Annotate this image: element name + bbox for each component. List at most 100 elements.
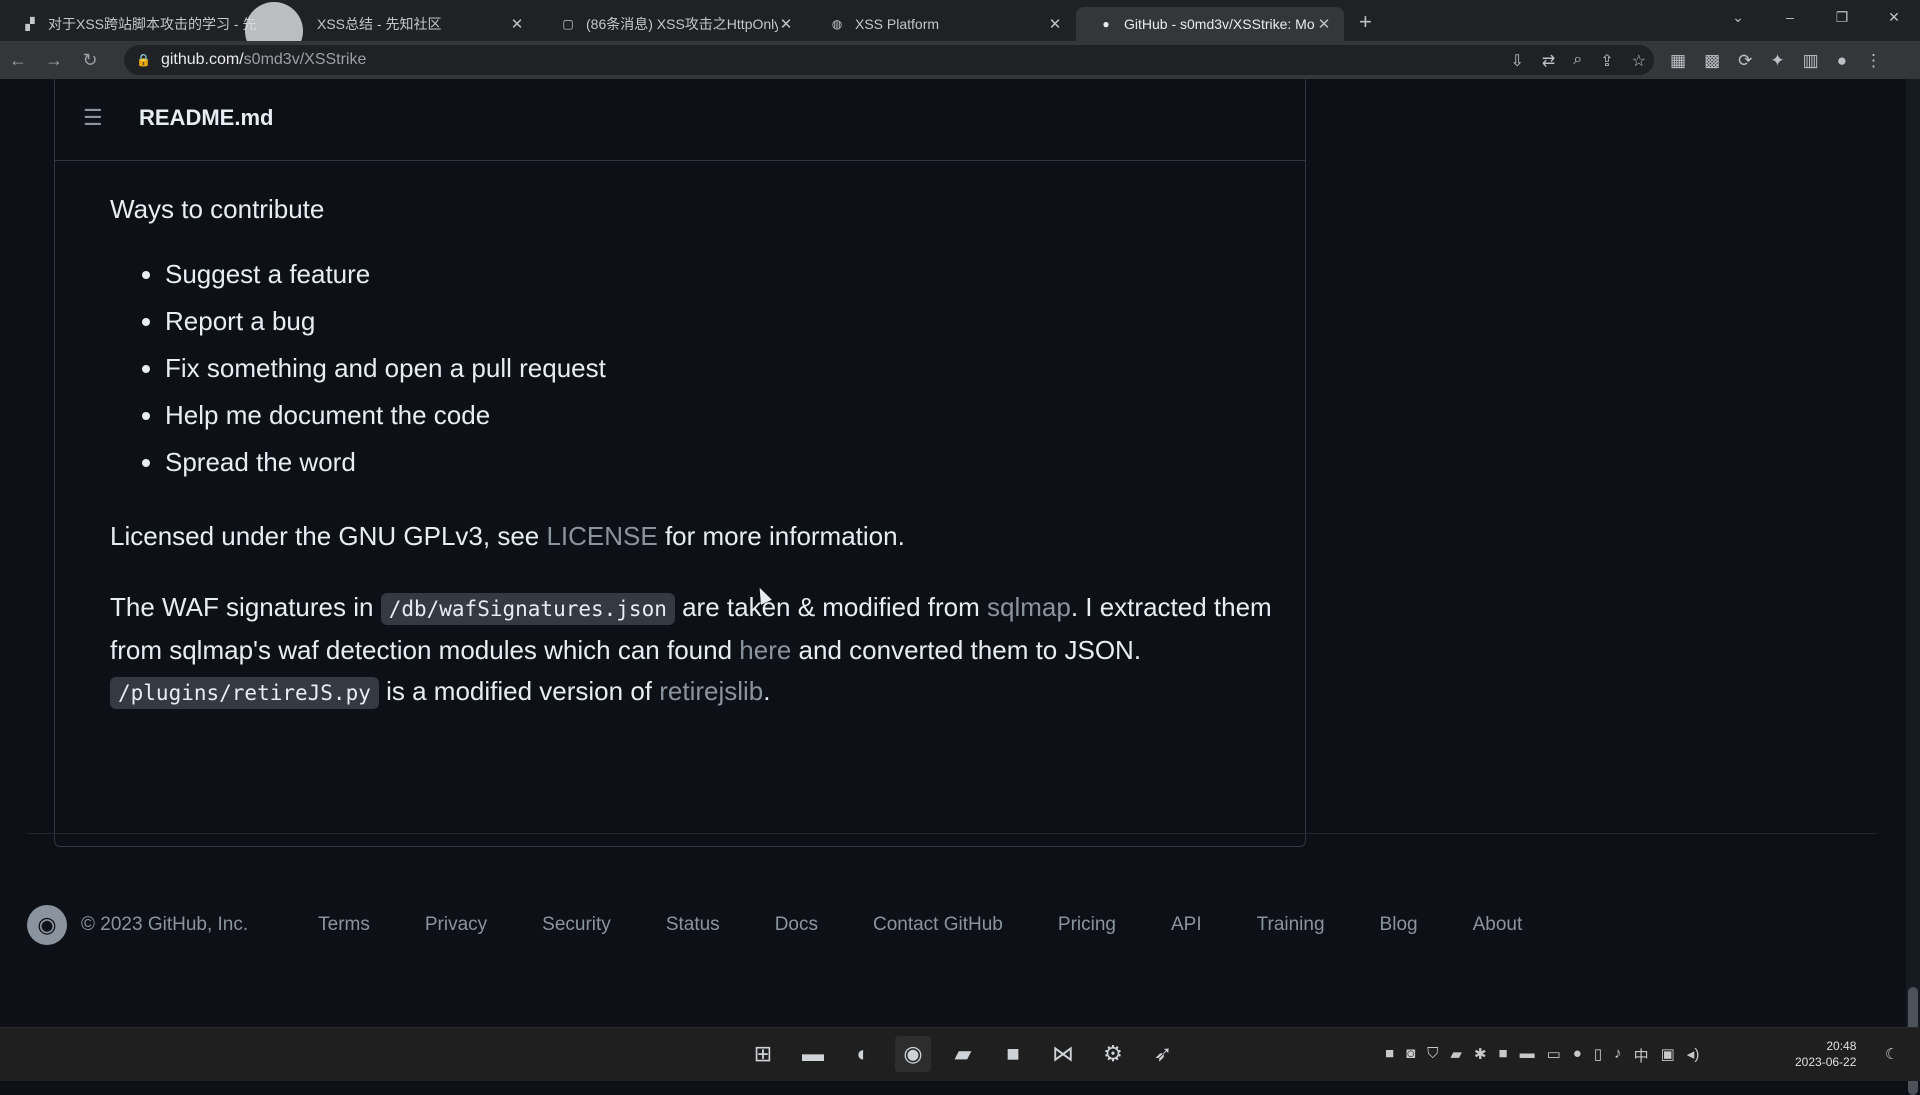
browser-tab-0[interactable]: ▞ 对于XSS跨站脚本攻击的学习 - 先 — [0, 7, 268, 41]
outline-list-icon[interactable]: ☰ — [83, 105, 109, 131]
tab-search-icon[interactable]: ⌄ — [1712, 9, 1764, 26]
steam-icon[interactable]: ⚙ — [1095, 1036, 1131, 1072]
shield-icon[interactable]: ⛉ — [1427, 1045, 1438, 1066]
tray-app-icon[interactable]: ▬ — [1520, 1045, 1535, 1066]
footer-link-about[interactable]: About — [1473, 914, 1523, 936]
omnibox-actions: ⇩ ⇄ ⌕ ⇪ ☆ — [1510, 51, 1646, 71]
license-paragraph: Licensed under the GNU GPLv3, see LICENS… — [110, 521, 905, 552]
browser-tab-3[interactable]: ◍ XSS Platform ✕ — [807, 7, 1075, 41]
doc-icon: ▞ — [25, 17, 35, 31]
close-icon[interactable]: ✕ — [1047, 15, 1063, 33]
tray-app-icon[interactable]: ◙ — [1406, 1045, 1415, 1066]
github-page: ☰ README.md Ways to contribute Suggest a… — [0, 79, 1906, 1027]
footer-link-security[interactable]: Security — [542, 914, 611, 936]
readme-container: ☰ README.md Ways to contribute Suggest a… — [54, 79, 1306, 847]
translate-icon[interactable]: ⇄ — [1542, 51, 1555, 71]
waf-code: /db/wafSignatures.json — [380, 593, 675, 625]
browser-tab-4[interactable]: ● GitHub - s0md3v/XSStrike: Mo ✕ — [1076, 7, 1344, 41]
side-panel-icon[interactable]: ▥ — [1803, 51, 1819, 71]
close-icon[interactable]: ✕ — [778, 15, 794, 33]
reload-icon[interactable]: ↻ — [72, 50, 108, 71]
system-tray: ■ ◙ ⛉ ▰ ✱ ■ ▬ ▭ ● ▯ ♪ 中 ▣ ◂) — [1385, 1045, 1699, 1066]
tab-title: XSS Platform — [855, 16, 940, 32]
retirejslib-link[interactable]: retirejslib — [659, 676, 763, 706]
start-icon[interactable]: ⊞ — [745, 1036, 781, 1072]
browser-tab-1[interactable]: XSS总结 - 先知社区 ✕ — [269, 7, 537, 41]
footer-link-training[interactable]: Training — [1257, 914, 1325, 936]
footer-link-contact[interactable]: Contact GitHub — [873, 914, 1003, 936]
notes-app-icon[interactable]: ▰ — [945, 1036, 981, 1072]
globe-icon: ◍ — [831, 17, 843, 31]
file-explorer-icon[interactable]: ▬ — [795, 1036, 831, 1072]
page-scrollbar[interactable] — [1906, 79, 1920, 1095]
bookmark-star-icon[interactable]: ☆ — [1632, 51, 1646, 71]
profile-icon[interactable]: ● — [1837, 51, 1847, 71]
footer-link-api[interactable]: API — [1171, 914, 1202, 936]
app-window-icon[interactable]: ■ — [995, 1036, 1031, 1072]
volume-icon[interactable]: ◂) — [1687, 1045, 1700, 1066]
footer-link-privacy[interactable]: Privacy — [425, 914, 487, 936]
plugin-text: is a modified version of — [378, 676, 660, 706]
microphone-icon[interactable]: ♪ — [1614, 1045, 1622, 1066]
menu-kebab-icon[interactable]: ⋮ — [1865, 51, 1882, 71]
notification-icon[interactable]: ☾ — [1885, 1045, 1898, 1063]
sync-extension-icon[interactable]: ⟳ — [1738, 51, 1752, 71]
back-icon[interactable]: ← — [0, 50, 36, 71]
here-link[interactable]: here — [739, 635, 791, 665]
license-text: Licensed under the GNU GPLv3, see — [110, 521, 547, 551]
vscode-icon[interactable]: ⋈ — [1045, 1036, 1081, 1072]
forward-icon[interactable]: → — [36, 50, 72, 71]
readme-title: README.md — [139, 105, 274, 130]
tray-app-icon[interactable]: ▭ — [1547, 1045, 1561, 1066]
zoom-icon[interactable]: ⌕ — [1573, 51, 1582, 71]
github-icon: ● — [1102, 17, 1110, 31]
tab-title: (86条消息) XSS攻击之HttpOnly — [586, 16, 778, 32]
chrome-icon[interactable]: ◉ — [895, 1036, 931, 1072]
tray-app-icon[interactable]: ■ — [1385, 1045, 1394, 1066]
browser-tab-2[interactable]: ▢ (86条消息) XSS攻击之HttpOnly ✕ — [538, 7, 806, 41]
window-controls: ⌄ – ❐ ✕ — [1712, 0, 1920, 34]
address-bar[interactable]: 🔒 github.com/s0md3v/XSStrike ⇩ ⇄ ⌕ ⇪ ☆ — [124, 45, 1654, 75]
tray-app-icon[interactable]: ● — [1573, 1045, 1582, 1066]
extension-icon[interactable]: ▦ — [1670, 51, 1686, 71]
clock-time: 20:48 — [1826, 1039, 1857, 1053]
tab-title: GitHub - s0md3v/XSStrike: Mo — [1124, 16, 1315, 32]
footer-link-blog[interactable]: Blog — [1380, 914, 1418, 936]
install-icon[interactable]: ⇩ — [1510, 51, 1523, 71]
restore-icon[interactable]: ❐ — [1816, 9, 1868, 26]
footer-link-pricing[interactable]: Pricing — [1058, 914, 1116, 936]
share-icon[interactable]: ⇪ — [1600, 51, 1613, 71]
footer-link-terms[interactable]: Terms — [318, 914, 370, 936]
sqlmap-link[interactable]: sqlmap — [987, 592, 1071, 622]
lock-icon[interactable]: 🔒 — [136, 53, 151, 67]
new-tab-button[interactable]: + — [1345, 9, 1386, 41]
edge-icon[interactable]: ◐ — [845, 1036, 881, 1072]
close-icon[interactable]: ✕ — [509, 15, 525, 33]
github-logo-icon[interactable]: ◉ — [27, 905, 67, 945]
os-taskbar: ⊞ ▬ ◐ ◉ ▰ ■ ⋈ ⚙ ➶ ■ ◙ ⛉ ▰ ✱ ■ ▬ ▭ ● ▯ ♪ … — [0, 1027, 1920, 1081]
ime-indicator[interactable]: 中 — [1634, 1045, 1649, 1066]
close-window-icon[interactable]: ✕ — [1868, 9, 1920, 26]
feather-app-icon[interactable]: ➶ — [1145, 1036, 1181, 1072]
clock-date: 2023-06-22 — [1795, 1055, 1857, 1069]
doc-icon: ▢ — [562, 17, 574, 31]
footer-link-docs[interactable]: Docs — [775, 914, 818, 936]
url-path: s0md3v/XSStrike — [243, 51, 367, 68]
site-footer: ◉ © 2023 GitHub, Inc. Terms Privacy Secu… — [27, 903, 1877, 947]
footer-link-status[interactable]: Status — [666, 914, 720, 936]
license-link[interactable]: LICENSE — [546, 521, 657, 551]
battery-icon[interactable]: ▯ — [1594, 1045, 1602, 1066]
plugin-code: /plugins/retireJS.py — [110, 677, 379, 709]
waf-paragraph: The WAF signatures in /db/wafSignatures.… — [110, 587, 1280, 714]
tray-app-icon[interactable]: ■ — [1499, 1045, 1508, 1066]
qr-extension-icon[interactable]: ▩ — [1704, 51, 1720, 71]
ways-heading: Ways to contribute — [110, 194, 325, 224]
network-icon[interactable]: ▣ — [1661, 1045, 1675, 1066]
taskbar-clock[interactable]: 20:48 2023-06-22 — [1795, 1038, 1856, 1070]
close-icon[interactable]: ✕ — [1316, 15, 1332, 33]
puzzle-icon[interactable]: ✦ — [1770, 51, 1784, 71]
plugin-text-end: . — [763, 676, 771, 706]
gear-icon[interactable]: ✱ — [1474, 1045, 1487, 1066]
minimize-icon[interactable]: – — [1764, 9, 1816, 25]
tray-app-icon[interactable]: ▰ — [1450, 1045, 1462, 1066]
